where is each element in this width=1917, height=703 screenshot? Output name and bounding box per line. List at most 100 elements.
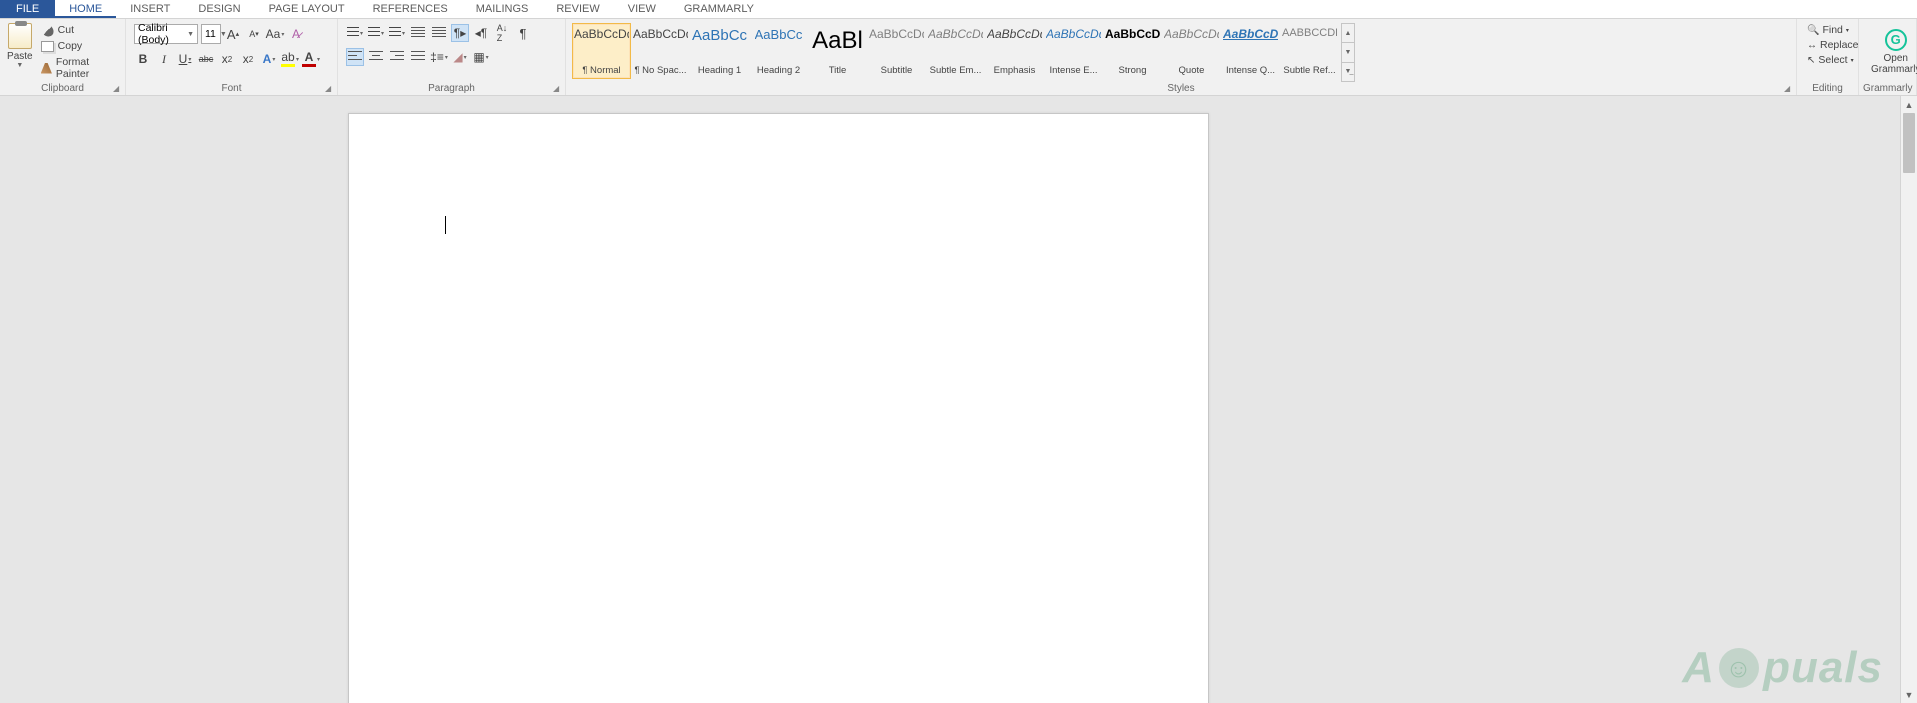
copy-label: Copy xyxy=(58,40,83,52)
shrink-font-button[interactable]: A▾ xyxy=(245,25,263,43)
style-item-intense-q-[interactable]: AaBbCcDdIntense Q... xyxy=(1221,23,1280,79)
style-item-subtitle[interactable]: AaBbCcDdSubtitle xyxy=(867,23,926,79)
tab-view[interactable]: VIEW xyxy=(614,0,670,18)
select-button[interactable]: Select▾ xyxy=(1805,53,1861,67)
style-item--normal[interactable]: AaBbCcDd ¶ Normal xyxy=(572,23,631,79)
line-spacing-button[interactable]: ‡≡▾ xyxy=(430,48,448,66)
highlight-color-button[interactable]: ab▾ xyxy=(281,50,299,68)
styles-dialog-launcher[interactable]: ◢ xyxy=(1784,84,1794,94)
document-area[interactable] xyxy=(0,96,1900,703)
grammarly-icon: G xyxy=(1885,29,1907,51)
underline-button[interactable]: U▾ xyxy=(176,50,194,68)
copy-icon xyxy=(41,41,54,52)
style-preview: AaBbCcDd xyxy=(869,27,924,41)
grow-font-button[interactable]: A▴ xyxy=(224,25,242,43)
align-center-button[interactable] xyxy=(367,48,385,66)
show-hide-button[interactable]: ¶ xyxy=(514,24,532,42)
find-button[interactable]: Find▾ xyxy=(1805,23,1861,37)
text-effects-button[interactable]: A▾ xyxy=(260,50,278,68)
shading-button[interactable]: ◢▾ xyxy=(451,48,469,66)
align-left-button[interactable] xyxy=(346,48,364,66)
style-name-label: ¶ No Spac... xyxy=(634,65,686,76)
scroll-up-button[interactable]: ▲ xyxy=(1901,96,1917,113)
rtl-text-direction-button[interactable]: ◂¶ xyxy=(472,24,490,42)
find-icon xyxy=(1807,24,1819,36)
style-preview: AaBbCcDd xyxy=(987,27,1042,41)
tab-review[interactable]: REVIEW xyxy=(542,0,613,18)
numbering-button[interactable]: ▾ xyxy=(367,24,385,42)
clear-formatting-button[interactable]: A̷ xyxy=(287,25,305,43)
format-painter-button[interactable]: Format Painter xyxy=(38,55,119,81)
font-size-combo[interactable]: 11▼ xyxy=(201,24,221,44)
sort-button[interactable]: A↓Z xyxy=(493,24,511,42)
replace-button[interactable]: Replace xyxy=(1805,38,1861,52)
paragraph-dialog-launcher[interactable]: ◢ xyxy=(553,84,563,94)
document-page[interactable] xyxy=(348,113,1209,703)
style-item-subtle-ref-[interactable]: AABBCCDDSubtle Ref... xyxy=(1280,23,1339,79)
font-size-value: 11 xyxy=(205,28,216,40)
style-preview: AaBbCcDd xyxy=(574,27,629,41)
clipboard-dialog-launcher[interactable]: ◢ xyxy=(113,84,123,94)
font-color-button[interactable]: A▾ xyxy=(302,50,320,68)
style-name-label: Intense Q... xyxy=(1226,65,1275,76)
gallery-scroll-down[interactable]: ▼ xyxy=(1342,43,1354,62)
italic-button[interactable]: I xyxy=(155,50,173,68)
style-name-label: Heading 1 xyxy=(698,65,741,76)
select-icon xyxy=(1807,54,1815,66)
align-right-button[interactable] xyxy=(388,48,406,66)
strikethrough-button[interactable]: abc xyxy=(197,50,215,68)
paste-button[interactable]: Paste ▼ xyxy=(4,21,36,82)
gallery-scroll-up[interactable]: ▲ xyxy=(1342,24,1354,43)
font-name-combo[interactable]: Calibri (Body)▼ xyxy=(134,24,198,44)
justify-button[interactable] xyxy=(409,48,427,66)
scroll-thumb[interactable] xyxy=(1903,113,1915,173)
style-item-subtle-em-[interactable]: AaBbCcDdSubtle Em... xyxy=(926,23,985,79)
tab-insert[interactable]: INSERT xyxy=(116,0,184,18)
style-name-label: ¶ Normal xyxy=(582,65,620,76)
tab-design[interactable]: DESIGN xyxy=(184,0,254,18)
scroll-down-button[interactable]: ▼ xyxy=(1901,686,1917,703)
superscript-button[interactable]: x2 xyxy=(239,50,257,68)
format-painter-label: Format Painter xyxy=(56,56,116,80)
style-item-intense-e-[interactable]: AaBbCcDdIntense E... xyxy=(1044,23,1103,79)
styles-gallery: AaBbCcDd¶ NormalAaBbCcDd¶ No Spac...AaBb… xyxy=(570,21,1339,82)
tab-file[interactable]: FILE xyxy=(0,0,55,18)
tab-references[interactable]: REFERENCES xyxy=(359,0,462,18)
style-preview: AaBbCcDd xyxy=(1164,27,1219,41)
decrease-indent-button[interactable] xyxy=(409,24,427,42)
group-clipboard: Paste ▼ Cut Copy Format Painter Clipboar… xyxy=(0,19,126,95)
increase-indent-button[interactable] xyxy=(430,24,448,42)
style-item-emphasis[interactable]: AaBbCcDdEmphasis xyxy=(985,23,1044,79)
subscript-button[interactable]: x2 xyxy=(218,50,236,68)
style-preview: AaBbCcDd xyxy=(928,27,983,41)
style-item-quote[interactable]: AaBbCcDdQuote xyxy=(1162,23,1221,79)
open-grammarly-button[interactable]: G Open Grammarly xyxy=(1863,21,1917,82)
change-case-button[interactable]: Aa▾ xyxy=(266,25,284,43)
tab-mailings[interactable]: MAILINGS xyxy=(462,0,543,18)
style-item--no-spac-[interactable]: AaBbCcDd¶ No Spac... xyxy=(631,23,690,79)
style-item-heading-1[interactable]: AaBbCcHeading 1 xyxy=(690,23,749,79)
brush-icon xyxy=(41,63,52,74)
cut-button[interactable]: Cut xyxy=(38,23,119,37)
find-label: Find xyxy=(1822,24,1842,36)
tab-grammarly[interactable]: GRAMMARLY xyxy=(670,0,768,18)
paste-dropdown-icon[interactable]: ▼ xyxy=(16,62,23,69)
tab-page-layout[interactable]: PAGE LAYOUT xyxy=(255,0,359,18)
multilevel-list-button[interactable]: ▾ xyxy=(388,24,406,42)
bullets-button[interactable]: ▾ xyxy=(346,24,364,42)
borders-button[interactable]: ▦▾ xyxy=(472,48,490,66)
ltr-text-direction-button[interactable]: ¶▸ xyxy=(451,24,469,42)
font-dialog-launcher[interactable]: ◢ xyxy=(325,84,335,94)
sort-icon: A↓Z xyxy=(497,23,508,43)
style-item-title[interactable]: AaBlTitle xyxy=(808,23,867,79)
tab-home[interactable]: HOME xyxy=(55,0,116,18)
copy-button[interactable]: Copy xyxy=(38,39,119,53)
style-item-strong[interactable]: AaBbCcDdStrong xyxy=(1103,23,1162,79)
style-item-heading-2[interactable]: AaBbCcHeading 2 xyxy=(749,23,808,79)
group-paragraph: ▾ ▾ ▾ ¶▸ ◂¶ A↓Z ¶ ‡≡▾ ◢▾ ▦ xyxy=(338,19,566,95)
group-label-editing: Editing xyxy=(1801,82,1854,95)
cut-icon xyxy=(39,22,56,39)
bold-button[interactable]: B xyxy=(134,50,152,68)
gallery-expand[interactable]: ▼̲ xyxy=(1342,63,1354,81)
select-label: Select xyxy=(1818,54,1847,66)
